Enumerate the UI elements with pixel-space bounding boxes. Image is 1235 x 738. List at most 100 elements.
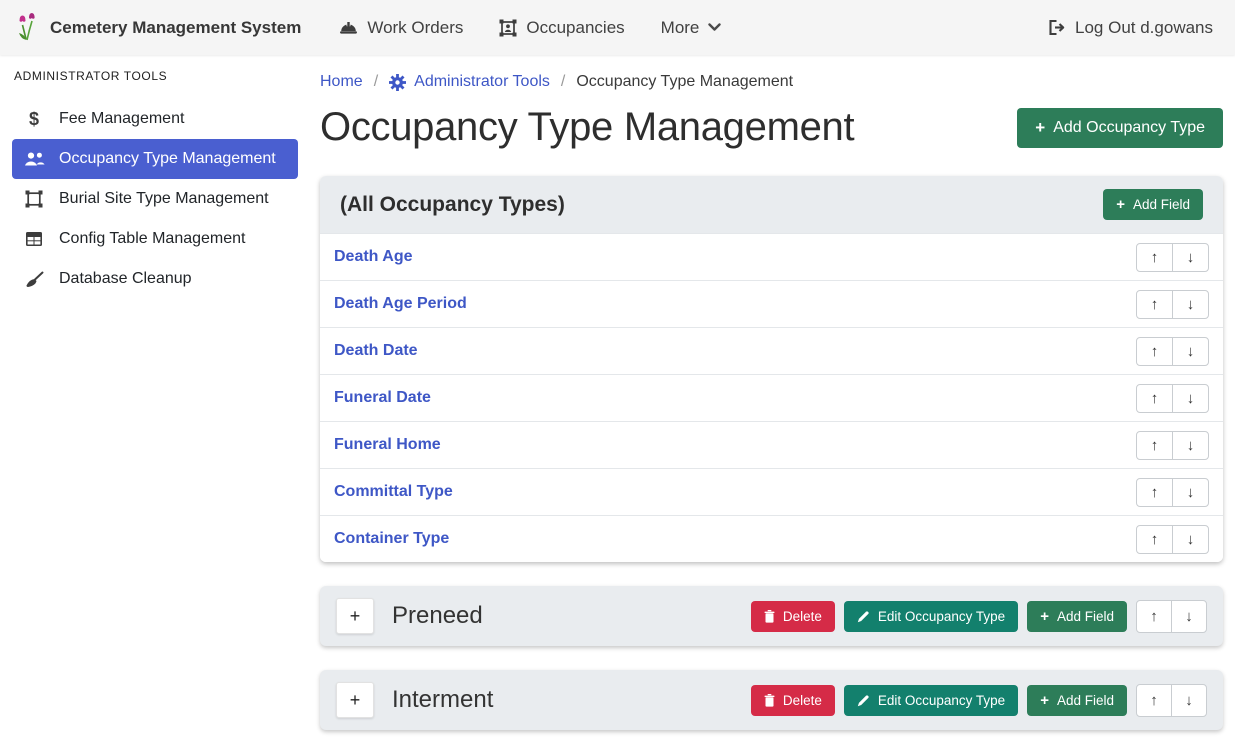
edit-occupancy-type-button[interactable]: Edit Occupancy Type — [844, 601, 1018, 632]
move-up-button[interactable]: ↑ — [1136, 290, 1173, 319]
field-link-funeral-home[interactable]: Funeral Home — [334, 436, 441, 454]
breadcrumb-separator: / — [561, 73, 565, 91]
move-up-button[interactable]: ↑ — [1136, 384, 1173, 413]
logout-label: Log Out d.gowans — [1075, 18, 1213, 38]
reorder-controls: ↑ ↓ — [1136, 478, 1209, 507]
sidebar-item-label: Config Table Management — [59, 230, 246, 248]
brand-link[interactable]: Cemetery Management System — [16, 13, 301, 43]
nav-work-orders-label: Work Orders — [367, 18, 463, 38]
move-up-button[interactable]: ↑ — [1136, 600, 1172, 633]
expand-button[interactable]: + — [336, 598, 374, 634]
plus-icon: + — [1040, 609, 1049, 624]
all-occupancy-types-card: (All Occupancy Types) + Add Field Death … — [320, 176, 1223, 562]
move-down-button[interactable]: ↓ — [1172, 243, 1209, 272]
move-up-button[interactable]: ↑ — [1136, 431, 1173, 460]
field-link-death-age-period[interactable]: Death Age Period — [334, 295, 467, 313]
breadcrumb: Home / — [320, 73, 1223, 91]
move-up-button[interactable]: ↑ — [1136, 684, 1172, 717]
sidebar-item-label: Fee Management — [59, 110, 184, 128]
logout-link[interactable]: Log Out d.gowans — [1047, 18, 1213, 38]
reorder-controls: ↑ ↓ — [1136, 684, 1207, 717]
sidebar-item-fee-management[interactable]: $ Fee Management — [12, 99, 298, 139]
move-up-button[interactable]: ↑ — [1136, 525, 1173, 554]
sidebar-item-config-table-management[interactable]: Config Table Management — [12, 219, 298, 259]
trash-icon — [764, 610, 775, 623]
sidebar-item-label: Database Cleanup — [59, 270, 192, 288]
move-down-button[interactable]: ↓ — [1172, 337, 1209, 366]
tulip-logo-icon — [16, 13, 40, 43]
move-up-button[interactable]: ↑ — [1136, 478, 1173, 507]
sidebar: ADMINISTRATOR TOOLS $ Fee Management Occ… — [0, 55, 310, 738]
add-field-button[interactable]: + Add Field — [1103, 189, 1203, 220]
title-row: Occupancy Type Management + Add Occupanc… — [320, 105, 1223, 150]
sidebar-item-label: Occupancy Type Management — [59, 150, 276, 168]
top-navbar: Cemetery Management System Work Orders — [0, 0, 1235, 55]
breadcrumb-separator: / — [374, 73, 378, 91]
nav-occupancies-label: Occupancies — [526, 18, 624, 38]
reorder-controls: ↑ ↓ — [1136, 384, 1209, 413]
add-occupancy-type-button[interactable]: + Add Occupancy Type — [1017, 108, 1223, 148]
sidebar-item-burial-site-type-management[interactable]: Burial Site Type Management — [12, 179, 298, 219]
add-field-label: Add Field — [1057, 609, 1114, 624]
reorder-controls: ↑ ↓ — [1136, 337, 1209, 366]
move-up-button[interactable]: ↑ — [1136, 337, 1173, 366]
field-link-death-date[interactable]: Death Date — [334, 342, 418, 360]
all-occupancy-types-header: (All Occupancy Types) + Add Field — [320, 176, 1223, 233]
field-row: Death Age ↑ ↓ — [320, 233, 1223, 280]
move-down-button[interactable]: ↓ — [1171, 684, 1207, 717]
add-field-button[interactable]: + Add Field — [1027, 685, 1127, 716]
breadcrumb-admin-tools-link[interactable]: Administrator Tools — [389, 73, 550, 91]
section-name: Preneed — [392, 602, 751, 630]
nav-more-label: More — [661, 18, 700, 38]
field-link-committal-type[interactable]: Committal Type — [334, 483, 453, 501]
move-down-button[interactable]: ↓ — [1172, 384, 1209, 413]
main-content: Home / — [310, 55, 1235, 738]
move-down-button[interactable]: ↓ — [1171, 600, 1207, 633]
move-down-button[interactable]: ↓ — [1172, 431, 1209, 460]
pencil-icon — [857, 694, 870, 707]
logout-icon — [1047, 19, 1066, 36]
nav-more[interactable]: More — [661, 18, 722, 38]
dollar-icon: $ — [22, 109, 46, 130]
edit-occupancy-type-button[interactable]: Edit Occupancy Type — [844, 685, 1018, 716]
page-layout: ADMINISTRATOR TOOLS $ Fee Management Occ… — [0, 55, 1235, 738]
chevron-down-icon — [708, 23, 721, 32]
nav-occupancies[interactable]: Occupancies — [499, 18, 624, 38]
delete-button[interactable]: Delete — [751, 685, 835, 716]
move-down-button[interactable]: ↓ — [1172, 478, 1209, 507]
edit-occupancy-type-label: Edit Occupancy Type — [878, 693, 1005, 708]
add-field-label: Add Field — [1057, 693, 1114, 708]
delete-button[interactable]: Delete — [751, 601, 835, 632]
all-occupancy-types-title: (All Occupancy Types) — [340, 193, 565, 217]
expand-button[interactable]: + — [336, 682, 374, 718]
brand-title: Cemetery Management System — [50, 18, 301, 38]
page-title: Occupancy Type Management — [320, 105, 854, 150]
vector-square-icon — [22, 190, 46, 208]
reorder-controls: ↑ ↓ — [1136, 600, 1207, 633]
hard-hat-icon — [339, 19, 358, 36]
nav-work-orders[interactable]: Work Orders — [339, 18, 463, 38]
add-field-button[interactable]: + Add Field — [1027, 601, 1127, 632]
move-up-button[interactable]: ↑ — [1136, 243, 1173, 272]
add-field-label: Add Field — [1133, 197, 1190, 212]
breadcrumb-current: Occupancy Type Management — [576, 73, 793, 91]
move-down-button[interactable]: ↓ — [1172, 525, 1209, 554]
section-actions: Delete Edit Occupancy Type + Add Field ↑ — [751, 600, 1207, 633]
field-link-funeral-date[interactable]: Funeral Date — [334, 389, 431, 407]
occupancy-frame-icon — [499, 19, 517, 37]
reorder-controls: ↑ ↓ — [1136, 243, 1209, 272]
field-link-death-age[interactable]: Death Age — [334, 248, 413, 266]
field-row: Funeral Home ↑ ↓ — [320, 421, 1223, 468]
plus-icon: + — [1116, 197, 1125, 212]
move-down-button[interactable]: ↓ — [1172, 290, 1209, 319]
field-row: Death Age Period ↑ ↓ — [320, 280, 1223, 327]
field-row: Container Type ↑ ↓ — [320, 515, 1223, 562]
plus-icon: + — [1035, 119, 1045, 136]
field-row: Death Date ↑ ↓ — [320, 327, 1223, 374]
sidebar-item-database-cleanup[interactable]: Database Cleanup — [12, 259, 298, 299]
section-interment: + Interment Delete — [320, 670, 1223, 730]
sidebar-item-occupancy-type-management[interactable]: Occupancy Type Management — [12, 139, 298, 179]
breadcrumb-home-link[interactable]: Home — [320, 73, 363, 91]
field-link-container-type[interactable]: Container Type — [334, 530, 449, 548]
section-name: Interment — [392, 686, 751, 714]
